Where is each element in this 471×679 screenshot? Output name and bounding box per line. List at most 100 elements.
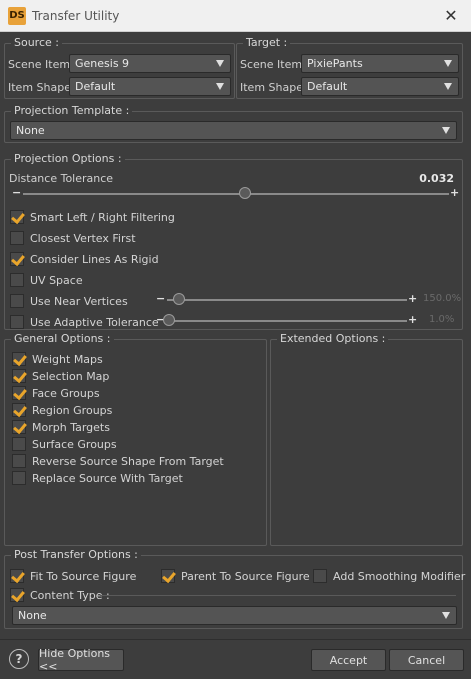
target-scene-item-select[interactable]: PixiePants: [301, 54, 459, 73]
checkbox-label: Content Type :: [30, 588, 110, 602]
dialog-footer: ? Hide Options << Accept Cancel: [0, 639, 471, 679]
projection-template-select[interactable]: None: [10, 121, 457, 140]
checkbox-label: Reverse Source Shape From Target: [32, 454, 224, 468]
close-icon[interactable]: ✕: [431, 6, 471, 25]
source-scene-item-label: Scene Item :: [8, 58, 78, 71]
distance-tolerance-label: Distance Tolerance: [9, 172, 114, 185]
window-title: Transfer Utility: [32, 8, 120, 23]
source-scene-item-select[interactable]: Genesis 9: [69, 54, 231, 73]
chevron-down-icon: [216, 83, 224, 90]
chevron-down-icon: [444, 83, 452, 90]
checkbox-unchecked-icon: [12, 454, 26, 468]
general-options-title: General Options :: [11, 333, 114, 345]
checkbox-label: Weight Maps: [32, 352, 103, 366]
checkbox-checked-icon: [10, 588, 24, 602]
checkbox-checked-icon: [10, 252, 24, 266]
checkbox-unchecked-icon: [12, 437, 26, 451]
consider-lines-rigid-checkbox[interactable]: Consider Lines As Rigid: [10, 251, 159, 267]
adaptive-tolerance-slider[interactable]: [167, 320, 407, 322]
checkbox-label: Use Adaptive Tolerance: [30, 315, 159, 329]
target-item-shape-select[interactable]: Default: [301, 77, 459, 96]
projection-template-value: None: [16, 124, 45, 137]
checkbox-unchecked-icon: [10, 294, 24, 308]
content-type-checkbox[interactable]: Content Type :: [10, 587, 110, 603]
target-group-title: Target :: [243, 37, 291, 49]
checkbox-checked-icon: [161, 569, 175, 583]
checkbox-label: Region Groups: [32, 403, 113, 417]
source-item-shape-value: Default: [75, 80, 116, 93]
parent-to-source-checkbox[interactable]: Parent To Source Figure: [161, 568, 310, 584]
content-type-divider: [100, 595, 456, 596]
replace-source-with-target-checkbox[interactable]: Replace Source With Target: [12, 470, 183, 486]
chevron-down-icon: [216, 60, 224, 67]
region-groups-checkbox[interactable]: Region Groups: [12, 402, 112, 418]
hide-options-button[interactable]: Hide Options <<: [38, 647, 124, 673]
near-vertices-handle[interactable]: [173, 293, 185, 305]
distance-tolerance-slider[interactable]: [23, 193, 449, 195]
post-transfer-title: Post Transfer Options :: [11, 549, 141, 561]
target-item-shape-value: Default: [307, 80, 348, 93]
extended-options-group: Extended Options :: [270, 333, 463, 546]
checkbox-label: Replace Source With Target: [32, 471, 183, 485]
daz-studio-logo-icon: DS: [8, 6, 26, 25]
checkbox-unchecked-icon: [313, 569, 327, 583]
chevron-down-icon: [442, 127, 450, 134]
face-groups-checkbox[interactable]: Face Groups: [12, 385, 100, 401]
checkbox-checked-icon: [12, 352, 26, 366]
near-vertices-minus-icon[interactable]: −: [156, 293, 165, 304]
checkbox-label: Fit To Source Figure: [30, 569, 137, 583]
projection-template-group: Projection Template : None: [4, 105, 463, 143]
smart-left-right-checkbox[interactable]: Smart Left / Right Filtering: [10, 209, 175, 225]
checkbox-label: Consider Lines As Rigid: [30, 252, 159, 266]
surface-groups-checkbox[interactable]: Surface Groups: [12, 436, 117, 452]
fit-to-source-checkbox[interactable]: Fit To Source Figure: [10, 568, 136, 584]
adaptive-tolerance-plus-icon[interactable]: +: [408, 314, 417, 325]
checkbox-label: Add Smoothing Modifier: [333, 569, 466, 583]
chevron-down-icon: [442, 612, 450, 619]
use-near-vertices-checkbox[interactable]: Use Near Vertices: [10, 293, 128, 309]
uv-space-checkbox[interactable]: UV Space: [10, 272, 83, 288]
checkbox-label: Selection Map: [32, 369, 110, 383]
checkbox-checked-icon: [10, 569, 24, 583]
checkbox-label: Surface Groups: [32, 437, 117, 451]
checkbox-checked-icon: [12, 386, 26, 400]
weight-maps-checkbox[interactable]: Weight Maps: [12, 351, 103, 367]
distance-plus-icon[interactable]: +: [450, 187, 459, 198]
adaptive-tolerance-value: 1.0%: [429, 314, 455, 325]
extended-options-title: Extended Options :: [277, 333, 389, 345]
source-group: Source : Scene Item : Genesis 9 Item Sha…: [4, 37, 235, 99]
chevron-down-icon: [444, 60, 452, 67]
projection-options-title: Projection Options :: [11, 153, 125, 165]
source-item-shape-label: Item Shape :: [8, 81, 79, 94]
checkbox-unchecked-icon: [10, 231, 24, 245]
checkbox-label: Use Near Vertices: [30, 294, 128, 308]
distance-tolerance-handle[interactable]: [238, 187, 251, 199]
reverse-source-shape-checkbox[interactable]: Reverse Source Shape From Target: [12, 453, 224, 469]
near-vertices-slider[interactable]: [167, 299, 407, 301]
source-scene-item-value: Genesis 9: [75, 57, 130, 70]
checkbox-unchecked-icon: [12, 471, 26, 485]
target-scene-item-label: Scene Item :: [240, 58, 310, 71]
source-item-shape-select[interactable]: Default: [69, 77, 231, 96]
morph-targets-checkbox[interactable]: Morph Targets: [12, 419, 110, 435]
near-vertices-value: 150.0%: [423, 293, 462, 304]
content-type-value: None: [18, 609, 47, 622]
distance-minus-icon[interactable]: −: [12, 187, 21, 198]
checkbox-checked-icon: [12, 403, 26, 417]
cancel-button[interactable]: Cancel: [389, 649, 464, 671]
help-icon[interactable]: ?: [9, 649, 29, 669]
accept-button[interactable]: Accept: [311, 649, 386, 671]
selection-map-checkbox[interactable]: Selection Map: [12, 368, 109, 384]
checkbox-label: Morph Targets: [32, 420, 110, 434]
adaptive-tolerance-handle[interactable]: [163, 314, 176, 326]
add-smoothing-checkbox[interactable]: Add Smoothing Modifier: [313, 568, 465, 584]
checkbox-label: Closest Vertex First: [30, 231, 136, 245]
closest-vertex-first-checkbox[interactable]: Closest Vertex First: [10, 230, 136, 246]
checkbox-unchecked-icon: [10, 315, 24, 329]
content-type-select[interactable]: None: [12, 606, 457, 625]
near-vertices-plus-icon[interactable]: +: [408, 293, 417, 304]
checkbox-label: Smart Left / Right Filtering: [30, 210, 175, 224]
use-adaptive-tolerance-checkbox[interactable]: Use Adaptive Tolerance: [10, 314, 159, 330]
distance-tolerance-value: 0.032: [419, 172, 454, 185]
transfer-utility-dialog: Source : Scene Item : Genesis 9 Item Sha…: [0, 32, 471, 679]
